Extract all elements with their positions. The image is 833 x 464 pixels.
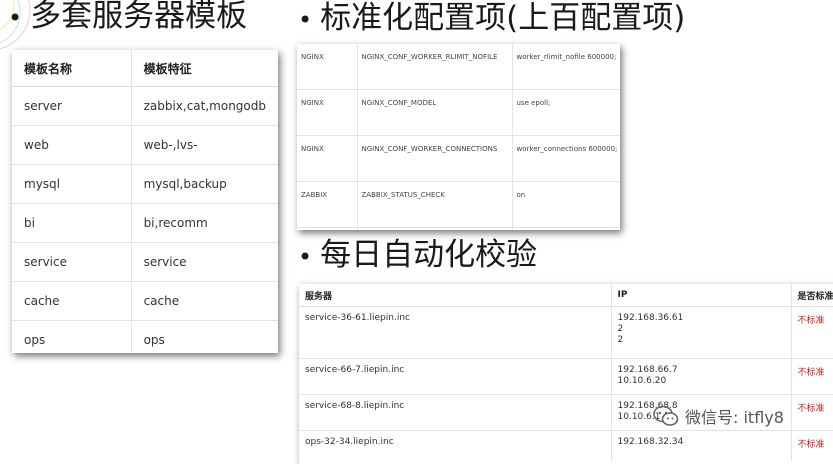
config-key-cell: NGINX_CONF_WORKER_CONNECTIONS [356, 135, 512, 182]
server-name-cell: service-66-7.liepin.inc [299, 358, 611, 395]
status-cell: 不标准 [790, 358, 833, 395]
ip-address: 2 [617, 335, 624, 345]
config-value-cell: worker_connections 600000; [511, 135, 620, 182]
table-row: service service [12, 242, 278, 282]
ip-address: 10.10.6.20 [617, 376, 667, 386]
server-name-cell: service-36-61.liepin.inc [299, 306, 611, 359]
column-header: 是否标准 [790, 284, 833, 307]
config-key-cell: NGINX_CONF_WORKER_RLIMIT_NOFILE [356, 44, 512, 90]
heading-daily-check: • 每日自动化校验 [298, 237, 538, 273]
config-value-cell: on [511, 227, 620, 230]
table-row: mysql mysql,backup [12, 164, 278, 204]
template-name-cell: server [12, 86, 132, 126]
table-header-row: 模板名称 模板特征 [12, 50, 278, 87]
ip-cell: 192.168.66.7 10.10.6.20 [610, 358, 791, 395]
template-table: 模板名称 模板特征 server zabbix,cat,mongodb web web… [12, 50, 278, 353]
config-table: NGINX NGINX_CONF_WORKER_RLIMIT_NOFILE work… [297, 44, 620, 230]
config-key-cell: IPTABLES_STATUS_CHECK [356, 227, 512, 230]
column-header: 服务器 [299, 284, 611, 307]
table-row: ops ops [12, 320, 278, 353]
table-row: IPTABLESIPTABLES_STATUS_CHECKon [297, 227, 620, 230]
bullet-icon: • [298, 5, 313, 34]
column-header: IP [610, 284, 791, 307]
config-key-cell: NGINX_CONF_MODEL [356, 89, 512, 136]
config-category-cell: NGINX [297, 89, 357, 136]
config-value-cell: use epoll; [511, 89, 620, 136]
config-table-body: NGINX NGINX_CONF_WORKER_RLIMIT_NOFILE work… [297, 44, 620, 230]
config-category-cell: NGINX [301, 53, 324, 61]
table-row: cache cache [12, 281, 278, 321]
bullet-icon: • [8, 3, 23, 32]
table-row: service-66-7.liepin.inc 192.168.66.7 10.10… [299, 358, 833, 395]
check-table-body: service-36-61.liepin.inc 192.168.36.61 2 2 不… [299, 306, 833, 461]
status-cell: 不标准 [790, 306, 833, 359]
table-row: web web-,lvs- [12, 125, 278, 165]
table-row: NGINX NGINX_CONF_MODEL use epoll; [297, 89, 620, 136]
table-row: server zabbix,cat,mongodb [12, 86, 278, 126]
template-name-cell: bi [12, 203, 132, 243]
config-table-card: NGINX NGINX_CONF_WORKER_RLIMIT_NOFILE work… [297, 44, 620, 230]
config-category-cell: IPTABLES [297, 227, 357, 230]
watermark: 微信号: itfly8 [652, 404, 784, 428]
heading-templates: • 多套服务器模板 [8, 0, 248, 34]
template-feature-cell: zabbix,cat,mongodb [130, 86, 278, 126]
table-row: bi bi,recomm [12, 203, 278, 243]
template-name-cell: web [12, 125, 132, 165]
template-feature-cell: web-,lvs- [130, 125, 278, 165]
template-feature-cell: mysql,backup [130, 164, 278, 204]
template-name-cell: cache [12, 281, 132, 321]
template-name-cell: ops [12, 320, 132, 353]
column-header: 模板特征 [130, 50, 278, 87]
config-value-cell: on [511, 181, 620, 228]
template-feature-cell: ops [130, 320, 278, 353]
ip-cell: 192.168.36.61 2 2 [610, 306, 791, 359]
table-row: NGINX NGINX_CONF_WORKER_CONNECTIONS worker… [297, 135, 620, 182]
ip-address: 192.168.36.61 [617, 313, 684, 323]
bullet-icon: • [298, 242, 313, 271]
ip-address: 192.168.66.7 [617, 365, 678, 375]
template-feature-cell: bi,recomm [130, 203, 278, 243]
ip-address: 192.168.32.34 [617, 437, 684, 447]
template-name-cell: service [12, 242, 132, 282]
config-key-cell: ZABBIX_STATUS_CHECK [356, 181, 512, 228]
template-table-card: 模板名称 模板特征 server zabbix,cat,mongodb web web… [12, 50, 278, 353]
table-row: service-36-61.liepin.inc 192.168.36.61 2 2 不… [299, 306, 833, 359]
heading-config: • 标准化配置项(上百配置项) [298, 0, 686, 36]
template-feature-cell: cache [130, 281, 278, 321]
wechat-icon [653, 405, 679, 426]
check-table-card: 服务器 IP 是否标准 service-36-61.liepin.inc 192.… [299, 284, 833, 464]
ip-cell: 192.168.32.34 [610, 430, 791, 461]
config-category-cell: NGINX [297, 135, 357, 182]
status-cell: 不标准 [790, 430, 833, 461]
table-row: NGINX NGINX_CONF_WORKER_RLIMIT_NOFILE work… [297, 44, 620, 90]
table-row: ZABBIX ZABBIX_STATUS_CHECK on [297, 181, 620, 228]
table-header-row: 服务器 IP 是否标准 [299, 284, 833, 307]
template-table-body: server zabbix,cat,mongodb web web-,lvs-mysq… [12, 86, 278, 353]
status-cell: 不标准 [790, 394, 833, 431]
column-header: 模板名称 [12, 50, 132, 87]
config-category-cell: ZABBIX [297, 181, 357, 228]
server-name-cell: service-68-8.liepin.inc [299, 394, 611, 431]
check-table: 服务器 IP 是否标准 service-36-61.liepin.inc 192.… [299, 284, 833, 461]
template-name-cell: mysql [12, 164, 132, 204]
table-row: ops-32-34.liepin.inc 192.168.32.34 不标准 [299, 430, 833, 461]
ip-address: 2 [617, 324, 624, 334]
watermark-text: 微信号: itfly8 [685, 408, 784, 427]
config-value-cell: worker_rlimit_nofile 600000; [511, 44, 620, 90]
server-name-cell: ops-32-34.liepin.inc [299, 430, 611, 461]
template-feature-cell: service [130, 242, 278, 282]
